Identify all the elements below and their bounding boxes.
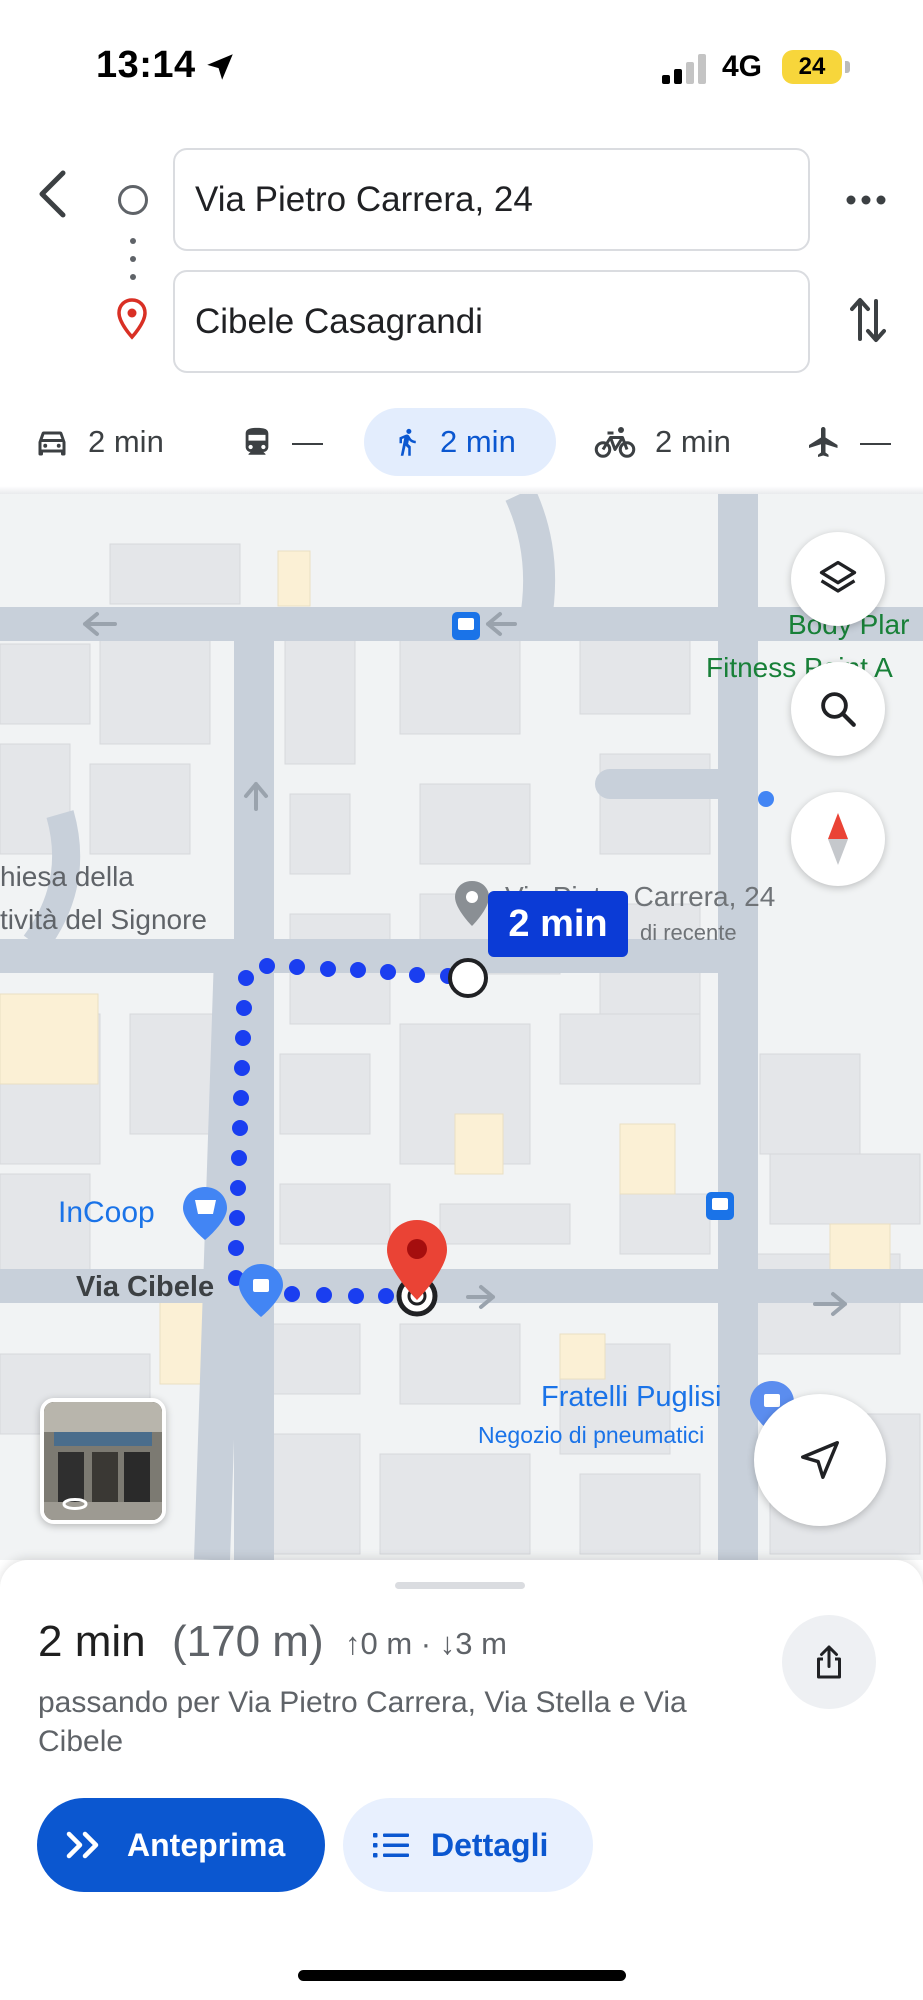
svg-text:tività del Signore: tività del Signore [0,904,207,935]
mode-car-tab[interactable]: 2 min [34,408,164,476]
back-button[interactable] [28,166,76,222]
compass-icon [828,813,848,865]
divider [0,486,923,494]
svg-text:hiesa della: hiesa della [0,861,134,892]
mode-walk-tab[interactable]: 2 min [364,408,556,476]
origin-text: Via Pietro Carrera, 24 [195,179,533,219]
svg-text:InCoop: InCoop [58,1196,155,1229]
mode-walk-label: 2 min [440,424,516,459]
street-view-thumbnail[interactable] [40,1398,166,1524]
swap-button[interactable] [840,290,896,350]
layers-icon [819,560,857,593]
train-icon [245,427,269,455]
double-chevron-icon [66,1831,99,1859]
network-type: 4G [722,50,763,83]
mode-flight-label: — [860,424,891,459]
svg-text:Via Cibele: Via Cibele [76,1271,214,1303]
details-button[interactable]: Dettagli [343,1798,593,1892]
origin-input[interactable]: Via Pietro Carrera, 24 [173,148,810,251]
mode-bike-label: 2 min [655,424,731,459]
battery-level: 24 [798,53,826,80]
preview-button[interactable]: Anteprima [37,1798,325,1892]
details-label: Dettagli [431,1826,549,1863]
share-button[interactable] [782,1615,876,1709]
street-view-icon [44,1402,162,1520]
back-arrow-icon [39,170,66,218]
share-icon [817,1645,841,1679]
battery-icon: 24 [782,50,842,84]
status-time: 13:14 [96,44,196,86]
eta-bubble[interactable]: 2 min [488,891,628,957]
route-duration: 2 min [38,1617,146,1666]
walk-icon [399,428,416,456]
route-elevation: ↑0 m · ↓3 m [345,1626,507,1661]
signal-icon [662,54,706,84]
more-icon [846,195,886,205]
route-distance: (170 m) [172,1617,324,1666]
mode-transit-tab[interactable]: — [240,408,323,476]
route-connector-dots [130,238,136,280]
destination-input[interactable]: Cibele Casagrandi [173,270,810,373]
route-via: passando per Via Pietro Carrera, Via Ste… [38,1686,687,1758]
layers-button[interactable] [791,532,885,626]
route-summary-sheet: 2 min (170 m) ↑0 m · ↓3 m passando per V… [0,1560,923,2000]
more-options-button[interactable] [838,178,894,222]
mode-transit-label: — [292,424,323,459]
bike-icon [594,427,636,458]
eta-bubble-text: 2 min [508,902,608,945]
home-indicator [298,1970,626,1981]
preview-label: Anteprima [127,1826,286,1863]
car-icon [38,431,66,456]
search-icon [821,692,856,727]
mode-bike-tab[interactable]: 2 min [593,408,731,476]
compass-button[interactable] [791,792,885,886]
svg-text:di recente: di recente [640,920,737,945]
recenter-button[interactable] [754,1394,886,1526]
drag-handle[interactable] [395,1582,525,1589]
mode-car-label: 2 min [88,424,164,459]
svg-text:Negozio di pneumatici: Negozio di pneumatici [478,1422,704,1448]
battery-tip [845,61,850,73]
svg-text:Fratelli Puglisi: Fratelli Puglisi [541,1381,722,1413]
travel-mode-bar: 2 min — 2 min 2 min — [0,408,923,488]
plane-icon [809,427,838,457]
swap-icon [850,298,886,342]
destination-text: Cibele Casagrandi [195,301,483,341]
origin-circle-icon [118,185,148,215]
location-arrow-icon [207,54,233,80]
map-search-button[interactable] [791,662,885,756]
mode-flight-tab[interactable]: — [806,408,891,476]
list-icon [373,1833,409,1858]
destination-pin-icon [117,298,147,340]
status-bar: 13:14 4G 24 [0,0,923,130]
recenter-icon [801,1441,839,1479]
